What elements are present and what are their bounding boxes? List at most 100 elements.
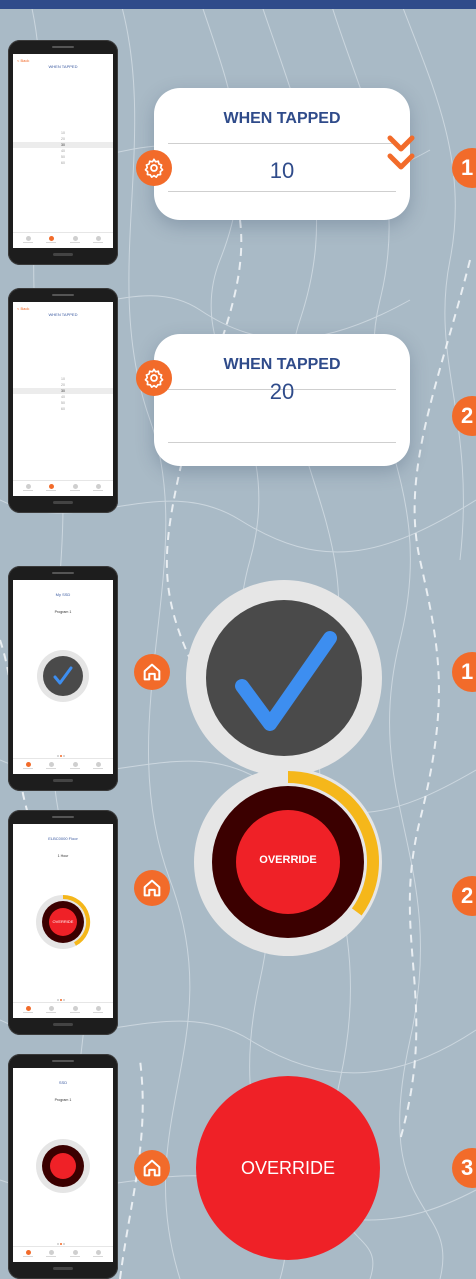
tab-more (88, 484, 108, 491)
page-dots (57, 744, 69, 757)
phone-speaker (52, 572, 74, 574)
phone-home-bar (53, 779, 73, 782)
home-icon (143, 663, 161, 681)
screen-title: ELBC0000 Floor (48, 836, 78, 841)
back-link: < Back (17, 58, 30, 63)
gear-icon (144, 368, 164, 388)
when-tapped-card-2[interactable]: WHEN TAPPED 20 (154, 334, 410, 466)
tab-play (65, 484, 85, 491)
screen-title: My SSD (55, 592, 71, 597)
screen-subtitle: 1 Hour (57, 854, 69, 858)
mini-override-label: OVERRIDE (52, 919, 74, 924)
phone-thumbnail-settings-1: < Back WHEN TAPPED 10 20 30 40 50 60 (8, 40, 118, 265)
phone-speaker (52, 1060, 74, 1062)
mini-override-button (36, 1139, 90, 1193)
tab-more (88, 762, 108, 769)
home-badge-3 (134, 1150, 170, 1186)
screen-title: SSD (58, 1080, 68, 1085)
tab-bar (13, 232, 113, 248)
tab-settings (41, 484, 61, 491)
phone-screen: < Back WHEN TAPPED 10 20 30 40 50 60 (13, 54, 113, 248)
home-badge-2 (134, 870, 170, 906)
step-label: 1 (461, 155, 474, 180)
double-chevron-down-icon[interactable] (386, 132, 416, 176)
step-label: 2 (461, 883, 474, 908)
step-number-3: 1 (452, 652, 476, 692)
override-button-label: OVERRIDE (240, 1158, 336, 1178)
tab-play (65, 236, 85, 243)
phone-speaker (52, 294, 74, 296)
picker-value[interactable]: 10 (154, 158, 410, 184)
phone-screen: ELBC0000 Floor 1 Hour OVERRIDE (13, 824, 113, 1018)
home-icon (143, 1159, 161, 1177)
screen-subtitle: Program 1 (54, 610, 72, 614)
step-number-5: 3 (452, 1148, 476, 1188)
tab-bar (13, 758, 113, 774)
tab-settings (41, 236, 61, 243)
picker-value[interactable]: 20 (154, 379, 410, 405)
tab-home (18, 484, 38, 491)
screen-title: WHEN TAPPED (48, 64, 78, 69)
tab-bar (13, 1246, 113, 1262)
mini-dial (37, 650, 89, 702)
status-dial-checked[interactable] (186, 580, 382, 776)
phone-home-bar (53, 253, 73, 256)
value-picker-list: 10 20 30 40 50 60 (13, 130, 113, 166)
list-item: 60 (61, 161, 65, 165)
tab-home (18, 236, 38, 243)
tab-bar (13, 480, 113, 496)
settings-badge-1 (136, 150, 172, 186)
list-item: 60 (61, 407, 65, 411)
phone-speaker (52, 816, 74, 818)
home-icon (143, 879, 161, 897)
tab-bar (13, 1002, 113, 1018)
step-label: 3 (461, 1155, 474, 1180)
picker-divider-bottom (168, 191, 396, 192)
step-number-2: 2 (452, 396, 476, 436)
override-dial-label: OVERRIDE (259, 854, 317, 866)
phone-home-bar (53, 501, 73, 504)
step-number-4: 2 (452, 876, 476, 916)
step-number-1: 1 (452, 148, 476, 188)
screen-subtitle: Program 1 (54, 1098, 72, 1102)
tab-play (65, 1006, 85, 1013)
checkmark-icon (53, 666, 73, 685)
phone-screen: My SSD Program 1 (13, 580, 113, 774)
tab-home (18, 762, 38, 769)
tab-more (88, 1006, 108, 1013)
phone-home-bar (53, 1023, 73, 1026)
value-picker-list: 10 20 30 40 50 60 (13, 376, 113, 412)
card-title: WHEN TAPPED (223, 110, 341, 127)
page-dots (57, 1232, 69, 1245)
phone-thumbnail-home-1: My SSD Program 1 (8, 566, 118, 791)
tab-home (18, 1250, 38, 1257)
phone-screen: < Back WHEN TAPPED 10 20 30 40 50 60 (13, 302, 113, 496)
gear-icon (144, 158, 164, 178)
step-label: 2 (461, 403, 474, 428)
phone-speaker (52, 46, 74, 48)
phone-screen: SSD Program 1 (13, 1068, 113, 1262)
tab-settings (41, 1250, 61, 1257)
tab-settings (41, 762, 61, 769)
home-badge-1 (134, 654, 170, 690)
card-title: WHEN TAPPED (223, 356, 341, 373)
picker-divider-top (168, 143, 396, 144)
tab-more (88, 1250, 108, 1257)
top-banner-strip (0, 0, 476, 9)
tab-home (18, 1006, 38, 1013)
page-dots (57, 988, 69, 1001)
phone-home-bar (53, 1267, 73, 1270)
when-tapped-card-1[interactable]: WHEN TAPPED 10 (154, 88, 410, 220)
step-label: 1 (461, 659, 474, 684)
tab-play (65, 1250, 85, 1257)
phone-thumbnail-settings-2: < Back WHEN TAPPED 10 20 30 40 50 60 (8, 288, 118, 513)
phone-thumbnail-home-3: SSD Program 1 (8, 1054, 118, 1279)
tab-play (65, 762, 85, 769)
tab-settings (41, 1006, 61, 1013)
settings-badge-2 (136, 360, 172, 396)
tab-more (88, 236, 108, 243)
back-link: < Back (17, 306, 30, 311)
picker-divider-bottom (168, 442, 396, 443)
screen-title: WHEN TAPPED (48, 312, 78, 317)
phone-thumbnail-home-2: ELBC0000 Floor 1 Hour OVERRIDE (8, 810, 118, 1035)
